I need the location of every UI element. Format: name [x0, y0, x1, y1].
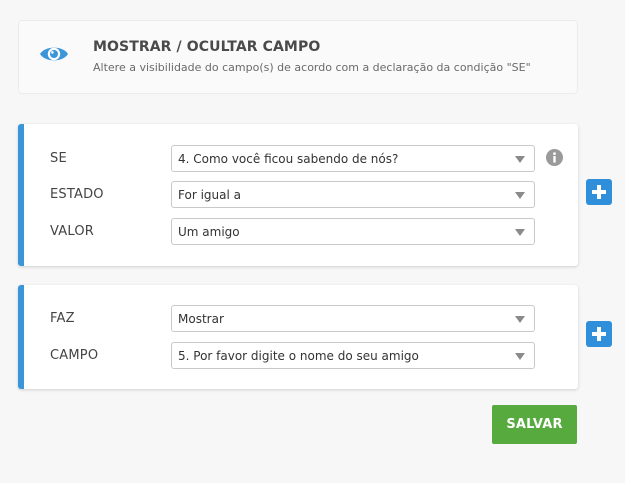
add-condition-button[interactable]	[586, 179, 612, 205]
state-row: ESTADO For igual a	[18, 181, 578, 209]
state-label: ESTADO	[50, 187, 104, 202]
if-field-value: 4. Como você ficou sabendo de nós?	[178, 152, 399, 166]
do-select[interactable]: Mostrar	[171, 305, 535, 332]
page-description: Altere a visibilidade do campo(s) de aco…	[93, 61, 531, 74]
value-value: Um amigo	[178, 225, 240, 239]
field-label: CAMPO	[50, 348, 99, 363]
chevron-down-icon	[515, 229, 525, 236]
action-card: FAZ Mostrar CAMPO 5. Por favor digite o …	[18, 285, 578, 389]
do-value: Mostrar	[178, 312, 224, 326]
field-row: CAMPO 5. Por favor digite o nome do seu …	[18, 342, 578, 370]
do-row: FAZ Mostrar	[18, 305, 578, 333]
field-value: 5. Por favor digite o nome do seu amigo	[178, 349, 419, 363]
add-action-button[interactable]	[586, 321, 612, 347]
info-icon[interactable]	[546, 149, 563, 166]
if-label: SE	[50, 151, 67, 166]
chevron-down-icon	[515, 316, 525, 323]
header-card: MOSTRAR / OCULTAR CAMPO Altere a visibil…	[18, 20, 578, 94]
page-title: MOSTRAR / OCULTAR CAMPO	[93, 39, 321, 55]
condition-card: SE 4. Como você ficou sabendo de nós? ES…	[18, 124, 578, 266]
value-row: VALOR Um amigo	[18, 218, 578, 246]
chevron-down-icon	[515, 353, 525, 360]
eye-icon	[40, 47, 68, 61]
chevron-down-icon	[515, 192, 525, 199]
if-field-select[interactable]: 4. Como você ficou sabendo de nós?	[171, 145, 535, 172]
value-select[interactable]: Um amigo	[171, 218, 535, 245]
do-label: FAZ	[50, 311, 75, 326]
state-value: For igual a	[178, 188, 241, 202]
state-select[interactable]: For igual a	[171, 181, 535, 208]
if-row: SE 4. Como você ficou sabendo de nós?	[18, 145, 578, 173]
field-select[interactable]: 5. Por favor digite o nome do seu amigo	[171, 342, 535, 369]
condition-editor: MOSTRAR / OCULTAR CAMPO Altere a visibil…	[0, 0, 625, 483]
value-label: VALOR	[50, 224, 94, 239]
save-button[interactable]: SALVAR	[492, 405, 577, 444]
chevron-down-icon	[515, 156, 525, 163]
